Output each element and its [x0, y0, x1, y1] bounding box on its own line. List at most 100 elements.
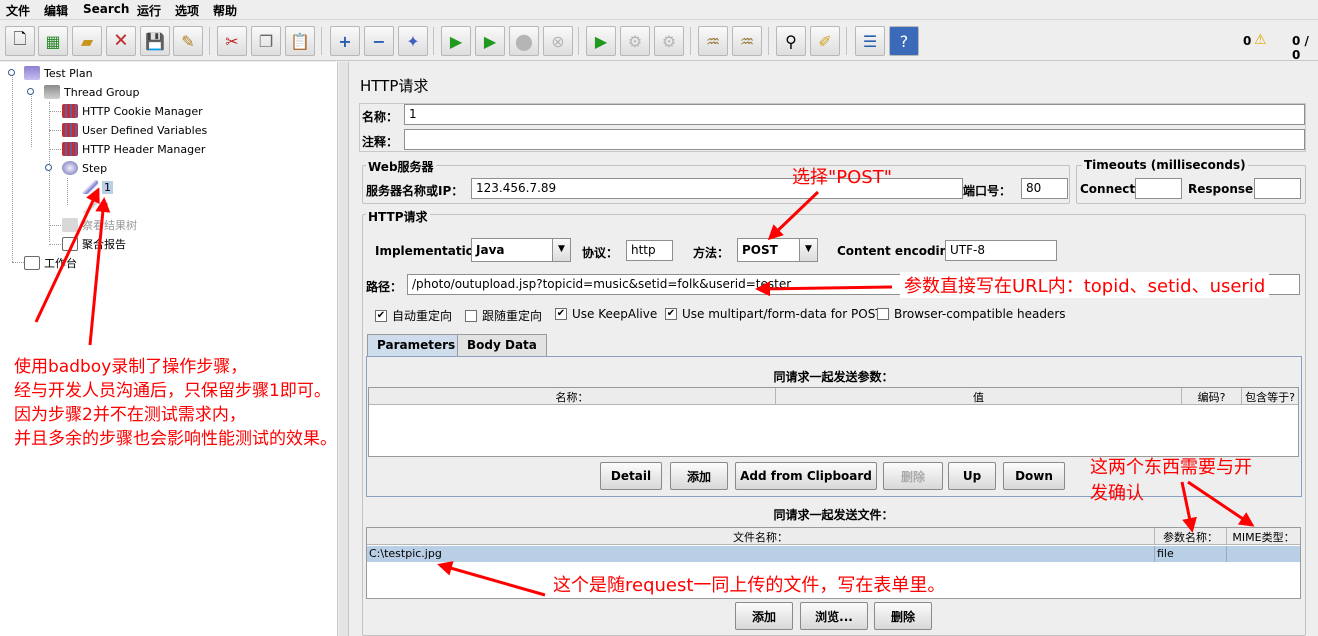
add-param-button[interactable]: 添加: [670, 462, 728, 490]
tree-node-sample-2[interactable]: 2: [82, 197, 109, 215]
tree-expand-handle[interactable]: [8, 69, 15, 76]
down-button[interactable]: Down: [1003, 462, 1065, 490]
clear-icon[interactable]: ♒: [698, 26, 728, 56]
tree-node-label: HTTP Header Manager: [82, 142, 206, 156]
clear-all-icon[interactable]: ♒: [732, 26, 762, 56]
remote-stop-icon[interactable]: ⚙: [620, 26, 650, 56]
tree-node-user-vars[interactable]: User Defined Variables: [62, 121, 207, 139]
tree-node-results-tree[interactable]: 察看结果树: [62, 216, 137, 234]
listener-icon: [62, 237, 78, 251]
protocol-field[interactable]: http: [626, 240, 673, 261]
new-file-icon[interactable]: 🗋: [5, 26, 35, 56]
copy-icon[interactable]: ❐: [251, 26, 281, 56]
help-icon[interactable]: ?: [889, 26, 919, 56]
menu-file[interactable]: 文件: [6, 2, 30, 19]
toggle-icon[interactable]: ✦: [398, 26, 428, 56]
mime-type-cell[interactable]: [1227, 546, 1300, 562]
connect-timeout-field[interactable]: [1135, 178, 1182, 199]
shutdown-icon[interactable]: ⊗: [543, 26, 573, 56]
params-col-encode[interactable]: 编码?: [1182, 388, 1242, 405]
tree-node-thread-group[interactable]: Thread Group: [44, 83, 139, 101]
remote-stop-all-icon[interactable]: ⚙: [654, 26, 684, 56]
encoding-field[interactable]: UTF-8: [945, 240, 1057, 261]
delete-param-button[interactable]: 删除: [883, 462, 943, 490]
comment-field[interactable]: [404, 129, 1305, 150]
function-helper-icon[interactable]: ☰: [855, 26, 885, 56]
files-col-mime[interactable]: MIME类型：: [1227, 528, 1300, 545]
auto-redirect-checkbox[interactable]: ✔ 自动重定向: [375, 307, 452, 324]
thread-group-icon: [44, 85, 60, 99]
tab-parameters[interactable]: Parameters: [367, 334, 466, 356]
toolbar-separator: [321, 27, 322, 55]
table-row[interactable]: C:\testpic.jpg file: [367, 546, 1300, 562]
up-button[interactable]: Up: [948, 462, 996, 490]
menu-run[interactable]: 运行: [137, 2, 161, 19]
files-col-filename[interactable]: 文件名称：: [367, 528, 1155, 545]
checkbox-label: Use multipart/form-data for POST: [682, 307, 883, 321]
tree-node-header-manager[interactable]: HTTP Header Manager: [62, 140, 205, 158]
follow-redirect-checkbox[interactable]: 跟随重定向: [465, 307, 542, 324]
search-icon[interactable]: ⚲: [776, 26, 806, 56]
config-element-icon: [62, 123, 78, 137]
implementation-select[interactable]: Java ▼: [471, 238, 571, 262]
panel-title: HTTP请求: [360, 77, 429, 95]
delete-file-button[interactable]: 删除: [874, 602, 932, 630]
param-name-cell[interactable]: file: [1155, 546, 1227, 562]
toolbar-separator: [846, 27, 847, 55]
tree-expand-handle[interactable]: [45, 164, 52, 171]
tree-node-sample-1[interactable]: 1: [82, 178, 113, 196]
remote-start-icon[interactable]: ▶: [586, 26, 616, 56]
collapse-icon[interactable]: −: [364, 26, 394, 56]
open-icon[interactable]: ▰: [72, 26, 102, 56]
multipart-checkbox[interactable]: ✔ Use multipart/form-data for POST: [665, 307, 883, 321]
menu-options[interactable]: 选项: [175, 2, 199, 19]
keepalive-checkbox[interactable]: ✔ Use KeepAlive: [555, 307, 657, 321]
tree-node-test-plan[interactable]: Test Plan: [24, 64, 93, 82]
file-path-cell[interactable]: C:\testpic.jpg: [367, 546, 1155, 562]
toolbar-separator: [578, 27, 579, 55]
split-pane-divider[interactable]: [339, 62, 349, 636]
cut-icon[interactable]: ✂: [217, 26, 247, 56]
annotation-confirm-note: 这两个东西需要与开 发确认: [1090, 455, 1252, 507]
reset-search-icon[interactable]: ✐: [810, 26, 840, 56]
params-col-value[interactable]: 值: [776, 388, 1182, 405]
close-file-icon[interactable]: 🗙: [106, 26, 136, 56]
save-icon[interactable]: 💾: [140, 26, 170, 56]
name-field[interactable]: 1: [404, 104, 1305, 125]
method-select[interactable]: POST ▼: [737, 238, 818, 262]
files-col-param-name[interactable]: 参数名称：: [1155, 528, 1227, 545]
expand-icon[interactable]: +: [330, 26, 360, 56]
params-table[interactable]: 名称： 值 编码? 包含等于?: [368, 387, 1299, 457]
menu-help[interactable]: 帮助: [213, 2, 237, 19]
tree-node-step[interactable]: Step: [62, 159, 107, 177]
port-field[interactable]: 80: [1021, 178, 1068, 199]
checkbox-box: [465, 309, 477, 322]
menu-search[interactable]: Search: [83, 2, 129, 16]
tree-expand-handle[interactable]: [27, 88, 34, 95]
tree-node-workbench[interactable]: 工作台: [24, 254, 77, 272]
params-title: 同请求一起发送参数：: [773, 370, 894, 384]
start-icon[interactable]: ▶: [441, 26, 471, 56]
add-from-clipboard-button[interactable]: Add from Clipboard: [735, 462, 877, 490]
checkbox-box: ✔: [555, 308, 567, 320]
tree-node-aggregate-report[interactable]: 聚合报告: [62, 235, 126, 253]
tree-node-cookie-manager[interactable]: HTTP Cookie Manager: [62, 102, 203, 120]
menu-edit[interactable]: 编辑: [44, 2, 68, 19]
browser-headers-checkbox[interactable]: Browser-compatible headers: [877, 307, 1066, 321]
add-file-button[interactable]: 添加: [735, 602, 793, 630]
save-as-icon[interactable]: ✎: [173, 26, 203, 56]
browse-button[interactable]: 浏览...: [800, 602, 868, 630]
annotation-line: 发确认: [1090, 483, 1144, 504]
detail-button[interactable]: Detail: [600, 462, 662, 490]
checkbox-box: [877, 308, 889, 320]
params-col-name[interactable]: 名称：: [369, 388, 776, 405]
response-timeout-field[interactable]: [1254, 178, 1301, 199]
chevron-down-icon: ▼: [552, 239, 570, 261]
stop-icon[interactable]: ⬤: [509, 26, 539, 56]
paste-icon[interactable]: 📋: [285, 26, 315, 56]
start-no-pauses-icon[interactable]: ▶: [475, 26, 505, 56]
tab-body-data[interactable]: Body Data: [457, 334, 547, 356]
tree-node-label: Step: [82, 161, 108, 175]
templates-icon[interactable]: ▦: [38, 26, 68, 56]
params-col-include-equals[interactable]: 包含等于?: [1242, 388, 1298, 405]
